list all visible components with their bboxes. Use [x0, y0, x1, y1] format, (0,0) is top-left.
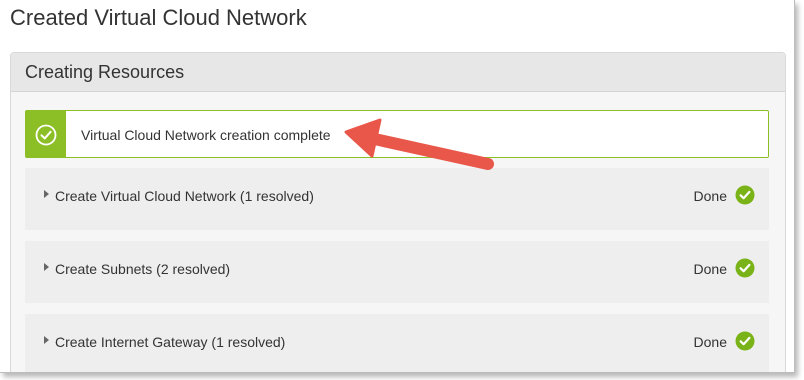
- task-label[interactable]: Create Subnets (2 resolved): [55, 261, 230, 277]
- task-row-subnets[interactable]: Create Subnets (2 resolved) Done: [25, 241, 769, 303]
- window-frame: Created Virtual Cloud Network Creating R…: [0, 0, 795, 373]
- page-title: Created Virtual Cloud Network: [10, 5, 307, 30]
- check-circle-icon: [735, 331, 755, 351]
- alert-icon-box: [26, 111, 66, 157]
- task-status: Done: [693, 188, 727, 204]
- creating-resources-panel: Creating Resources Virtual Cloud Network…: [10, 52, 786, 372]
- caret-right-icon[interactable]: [44, 190, 49, 198]
- annotation-arrow-icon: [344, 118, 494, 170]
- task-status: Done: [693, 261, 727, 277]
- check-circle-icon: [35, 124, 57, 146]
- task-label[interactable]: Create Virtual Cloud Network (1 resolved…: [55, 188, 314, 204]
- alert-message: Virtual Cloud Network creation complete: [81, 127, 331, 143]
- caret-right-icon[interactable]: [44, 336, 49, 344]
- panel-header: Creating Resources: [11, 53, 785, 92]
- task-list: Create Virtual Cloud Network (1 resolved…: [25, 168, 769, 372]
- check-circle-icon: [735, 258, 755, 278]
- task-row-internet-gateway[interactable]: Create Internet Gateway (1 resolved) Don…: [25, 314, 769, 372]
- task-label[interactable]: Create Internet Gateway (1 resolved): [55, 334, 285, 350]
- caret-right-icon[interactable]: [44, 263, 49, 271]
- panel-title: Creating Resources: [25, 62, 185, 82]
- task-status: Done: [693, 334, 727, 350]
- check-circle-icon: [735, 185, 755, 205]
